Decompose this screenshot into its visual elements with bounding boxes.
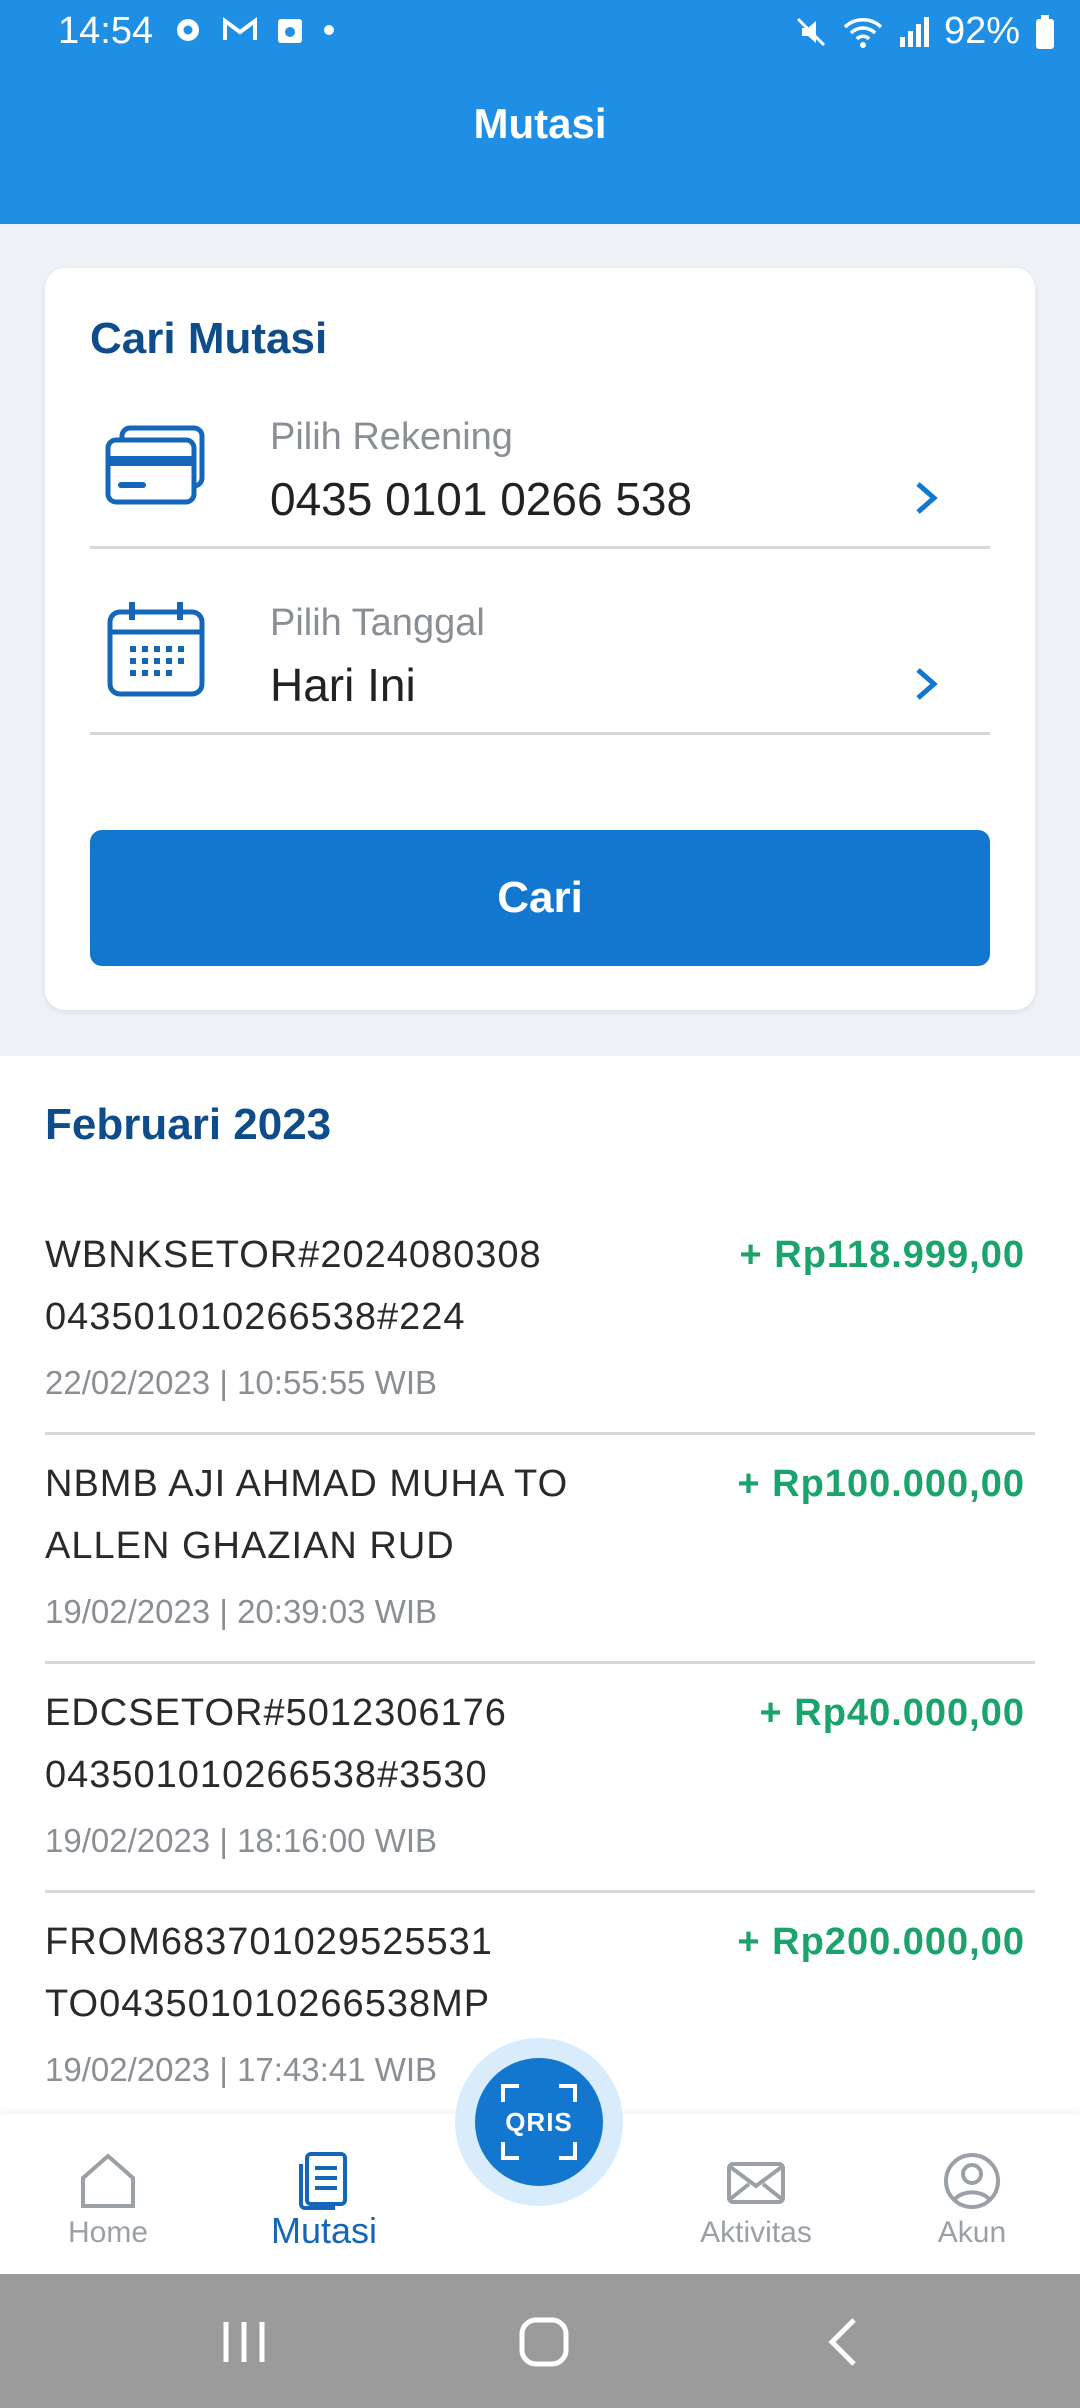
document-icon [299, 2152, 347, 2210]
qris-scan-button[interactable]: QRIS [475, 2058, 603, 2186]
transaction-item[interactable]: NBMB AJI AHMAD MUHA TO ALLEN GHAZIAN RUD… [45, 1435, 1035, 1664]
account-value: 0435 0101 0266 538 [270, 473, 693, 525]
card-icon [105, 425, 205, 505]
search-button[interactable]: Cari [90, 830, 990, 966]
home-icon [81, 2153, 135, 2208]
chevron-right-icon [916, 482, 938, 514]
back-icon[interactable] [816, 2316, 876, 2368]
transaction-date: 19/02/2023 | 20:39:03 WIB [45, 1593, 438, 1630]
transaction-date: 19/02/2023 | 18:16:00 WIB [45, 1822, 438, 1859]
status-notification-icons [172, 14, 336, 46]
transaction-date: 22/02/2023 | 10:55:55 WIB [45, 1364, 438, 1401]
nav-label-mutasi: Mutasi [270, 2210, 378, 2251]
transaction-desc-line1: WBNKSETOR#2024080308 [45, 1234, 542, 1276]
transaction-desc-line2: ALLEN GHAZIAN RUD [45, 1525, 455, 1567]
nav-label-home: Home [67, 2216, 149, 2249]
nav-item-home[interactable]: Home [0, 2114, 216, 2274]
dot-icon [324, 25, 334, 35]
transaction-description: EDCSETOR#5012306176 043501010266538#3530 [45, 1682, 665, 1806]
nav-item-akun[interactable]: Akun [864, 2114, 1080, 2274]
transaction-list-section: Februari 2023 WBNKSETOR#2024080308 04350… [0, 1056, 1080, 2126]
date-selector[interactable]: Pilih Tanggal Hari Ini [90, 546, 990, 735]
transaction-desc-line2: 043501010266538#224 [45, 1296, 466, 1338]
transaction-amount: + Rp100.000,00 [737, 1463, 1025, 1505]
app-header: Mutasi [0, 64, 1080, 224]
nav-label-akun: Akun [937, 2216, 1007, 2249]
settings-icon [177, 19, 199, 41]
transaction-amount: + Rp200.000,00 [737, 1921, 1025, 1963]
transaction-desc-line2: TO043501010266538MP [45, 1983, 491, 2025]
calendar-notification-icon [278, 19, 302, 43]
search-card-title: Cari Mutasi [90, 314, 328, 363]
transaction-date: 19/02/2023 | 17:43:41 WIB [45, 2051, 438, 2088]
transaction-desc-line1: NBMB AJI AHMAD MUHA TO [45, 1463, 569, 1505]
date-label: Pilih Tanggal [270, 602, 485, 644]
transaction-description: FROM683701029525531 TO043501010266538MP [45, 1911, 665, 2035]
nav-item-mutasi[interactable]: Mutasi [216, 2114, 432, 2274]
recent-apps-icon[interactable] [214, 2316, 274, 2368]
transaction-amount: + Rp118.999,00 [739, 1234, 1025, 1276]
transaction-desc-line1: EDCSETOR#5012306176 [45, 1692, 507, 1734]
chevron-right-icon [916, 668, 938, 700]
transaction-amount: + Rp40.000,00 [759, 1692, 1025, 1734]
account-selector[interactable]: Pilih Rekening 0435 0101 0266 538 [90, 360, 990, 549]
transaction-desc-line1: FROM683701029525531 [45, 1921, 493, 1963]
date-value: Hari Ini [270, 659, 416, 711]
transaction-description: NBMB AJI AHMAD MUHA TO ALLEN GHAZIAN RUD [45, 1453, 665, 1577]
nav-item-aktivitas[interactable]: Aktivitas [648, 2114, 864, 2274]
scan-frame-icon [501, 2084, 577, 2160]
account-label: Pilih Rekening [270, 416, 513, 458]
nav-label-aktivitas: Aktivitas [700, 2216, 812, 2249]
transaction-description: WBNKSETOR#2024080308 043501010266538#224 [45, 1224, 665, 1348]
search-card: Cari Mutasi Pilih Rekening 0435 0101 026… [45, 268, 1035, 1010]
transaction-item[interactable]: WBNKSETOR#2024080308 043501010266538#224… [45, 1206, 1035, 1435]
month-header: Februari 2023 [45, 1100, 332, 1149]
transaction-list: WBNKSETOR#2024080308 043501010266538#224… [45, 1206, 1035, 2122]
calendar-icon [107, 602, 205, 697]
system-navigation-bar [0, 2274, 1080, 2408]
transaction-item[interactable]: EDCSETOR#5012306176 043501010266538#3530… [45, 1664, 1035, 1893]
user-icon [944, 2153, 1000, 2209]
transaction-desc-line2: 043501010266538#3530 [45, 1754, 488, 1796]
page-title: Mutasi [473, 100, 607, 147]
home-button-icon[interactable] [514, 2316, 574, 2368]
gmail-icon [223, 17, 257, 40]
mail-icon [727, 2162, 785, 2204]
